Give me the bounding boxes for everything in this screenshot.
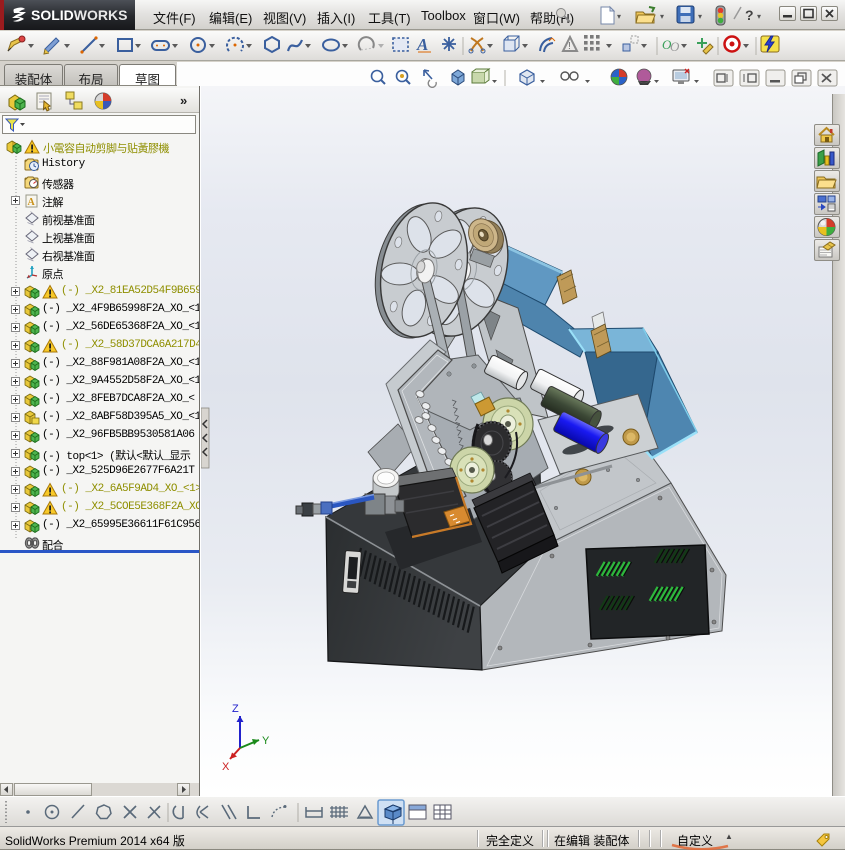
svg-text:»: » <box>180 93 187 108</box>
svg-text:SOLIDWORKS: SOLIDWORKS <box>31 7 127 23</box>
svg-text:?: ? <box>745 7 754 23</box>
svg-text:!: ! <box>568 41 571 52</box>
svg-text:X: X <box>222 761 230 773</box>
svg-text:A: A <box>416 35 428 54</box>
svg-text:▾: ▾ <box>660 12 664 21</box>
svg-text:▾: ▾ <box>698 12 702 21</box>
svg-text:O: O <box>670 39 680 54</box>
svg-text:▾: ▾ <box>617 12 621 21</box>
svg-text:Z: Z <box>232 703 239 715</box>
svg-text:Y: Y <box>262 735 270 747</box>
svg-text:▾: ▾ <box>757 12 761 21</box>
